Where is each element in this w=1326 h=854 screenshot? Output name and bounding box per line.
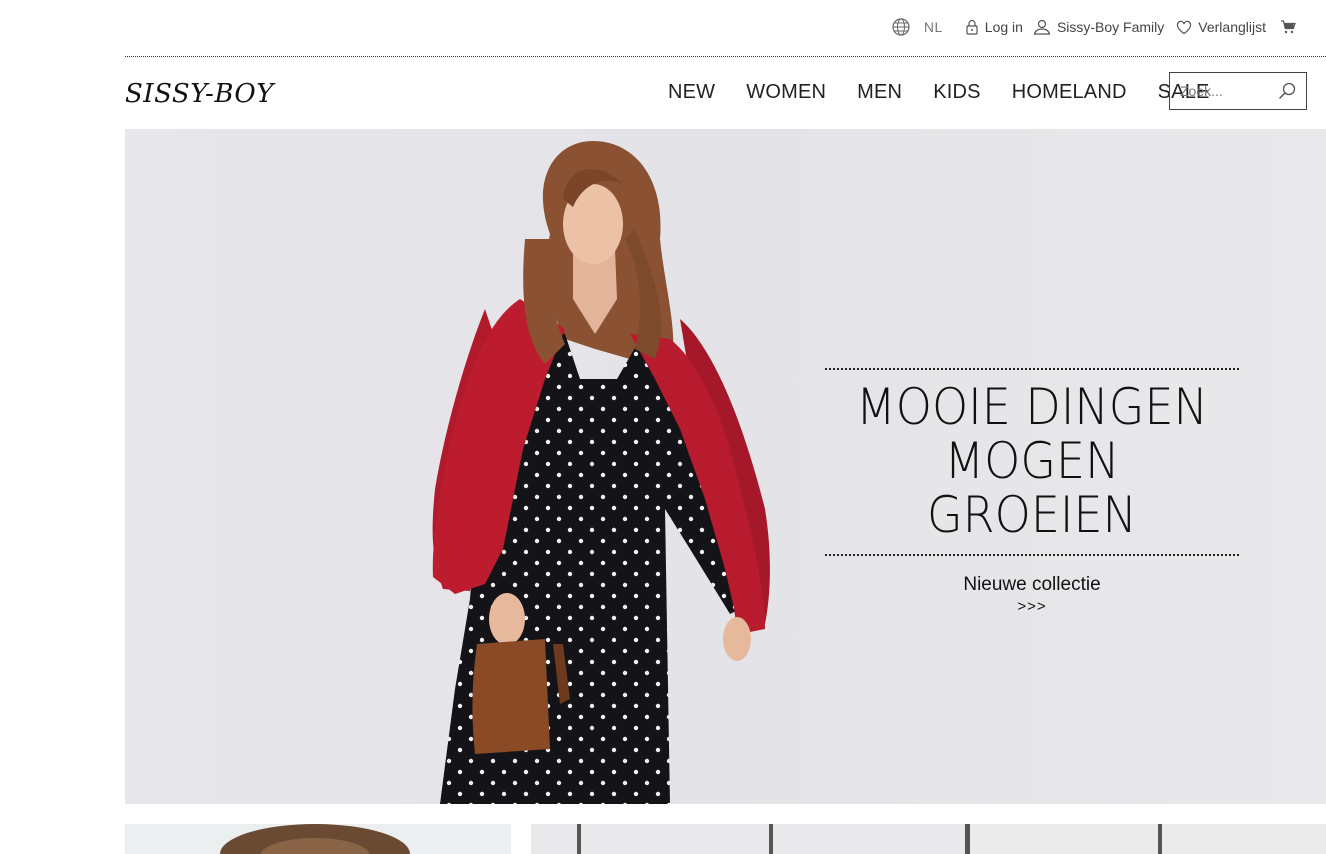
nav-new[interactable]: NEW — [668, 81, 715, 104]
language-label: NL — [923, 19, 943, 35]
search-box — [1169, 72, 1307, 110]
brand-logo[interactable]: SISSY-BOY — [125, 79, 274, 109]
tile-image-left — [220, 824, 410, 854]
main-nav: NEW WOMEN MEN KIDS HOMELAND SALE — [668, 81, 1241, 104]
nav-men[interactable]: MEN — [857, 81, 902, 104]
search-input[interactable] — [1178, 82, 1278, 100]
tile-image-right — [577, 824, 1326, 854]
cart-button[interactable] — [1280, 20, 1302, 34]
login-label: Log in — [984, 19, 1023, 35]
utility-bar: NL Log in Sissy-Boy Family Verlanglijst — [125, 0, 1326, 57]
family-link[interactable]: Sissy-Boy Family — [1033, 19, 1164, 35]
user-icon — [1033, 19, 1051, 35]
language-selector[interactable]: NL — [892, 18, 943, 36]
promo-cta-link[interactable]: Nieuwe collectie — [825, 574, 1239, 596]
nav-kids[interactable]: KIDS — [933, 81, 980, 104]
hero-banner[interactable]: MOOIE DINGEN MOGEN GROEIEN Nieuwe collec… — [125, 129, 1326, 804]
login-link[interactable]: Log in — [965, 19, 1023, 35]
promo-headline-line1: MOOIE DINGEN — [856, 378, 1208, 436]
hero-promo: MOOIE DINGEN MOGEN GROEIEN Nieuwe collec… — [825, 368, 1239, 615]
promo-headline-line2: MOGEN GROEIEN — [927, 432, 1137, 544]
promo-headline: MOOIE DINGEN MOGEN GROEIEN — [842, 380, 1223, 542]
heart-icon — [1177, 20, 1192, 34]
utility-links: NL Log in Sissy-Boy Family Verlanglijst — [876, 18, 1302, 36]
globe-icon — [892, 18, 910, 36]
promo-top-divider — [825, 368, 1239, 370]
wishlist-link[interactable]: Verlanglijst — [1176, 19, 1266, 35]
cart-icon — [1281, 20, 1296, 34]
search-icon[interactable] — [1278, 82, 1296, 100]
family-label: Sissy-Boy Family — [1056, 19, 1165, 35]
product-tile-left[interactable] — [125, 824, 511, 854]
lock-icon — [966, 19, 978, 35]
wishlist-label: Verlanglijst — [1198, 19, 1266, 35]
nav-women[interactable]: WOMEN — [746, 81, 826, 104]
nav-homeland[interactable]: HOMELAND — [1012, 81, 1127, 104]
promo-bottom-divider — [825, 554, 1239, 556]
product-tile-right[interactable] — [531, 824, 1326, 854]
promo-cta-arrow[interactable]: >>> — [825, 598, 1239, 615]
main-header: SISSY-BOY NEW WOMEN MEN KIDS HOMELAND SA… — [125, 57, 1326, 129]
